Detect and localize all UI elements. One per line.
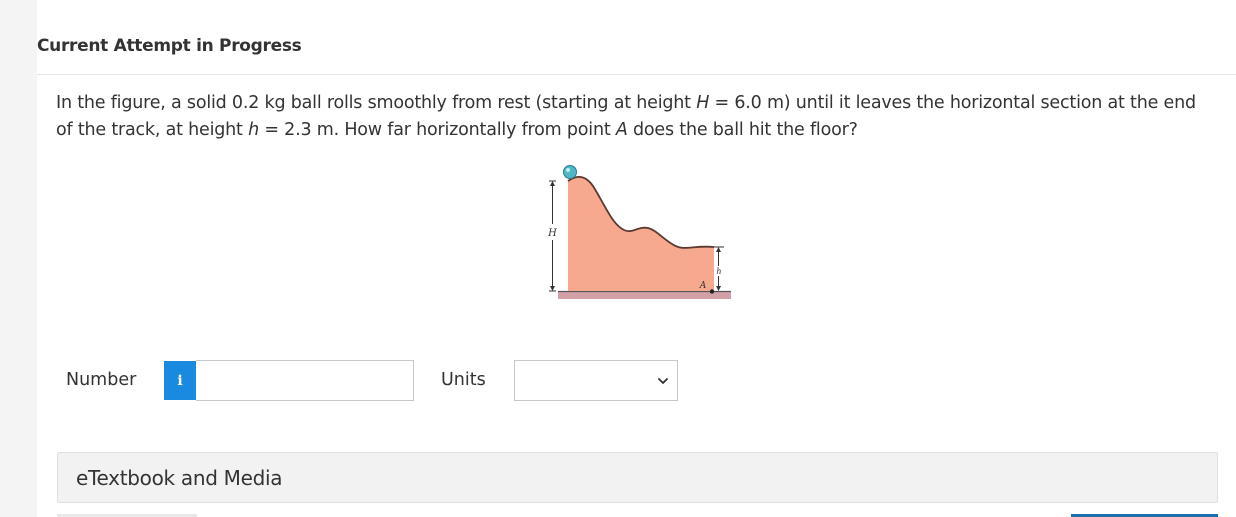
left-gutter bbox=[0, 0, 37, 517]
question-text: In the figure, a solid 0.2 kg ball rolls… bbox=[56, 93, 1196, 140]
attempt-header: Current Attempt in Progress bbox=[37, 36, 302, 56]
label-H: H bbox=[547, 228, 557, 239]
etextbook-media-panel[interactable]: eTextbook and Media bbox=[57, 452, 1218, 503]
floor bbox=[558, 291, 731, 299]
track-diagram: H h A bbox=[547, 165, 731, 299]
ball-icon bbox=[563, 165, 577, 179]
header-divider bbox=[37, 74, 1236, 75]
label-A: A bbox=[699, 281, 707, 291]
point-A bbox=[709, 289, 715, 294]
track-figure: H h A bbox=[538, 162, 738, 307]
label-h: h bbox=[716, 267, 721, 276]
number-input[interactable] bbox=[196, 360, 414, 401]
units-label: Units bbox=[441, 370, 486, 390]
etextbook-label: eTextbook and Media bbox=[76, 466, 283, 490]
number-label: Number bbox=[66, 370, 137, 390]
chevron-down-icon bbox=[658, 378, 668, 384]
units-select[interactable] bbox=[514, 360, 678, 401]
info-button[interactable]: i bbox=[164, 361, 196, 400]
info-icon: i bbox=[177, 372, 183, 389]
track-body bbox=[568, 176, 714, 291]
